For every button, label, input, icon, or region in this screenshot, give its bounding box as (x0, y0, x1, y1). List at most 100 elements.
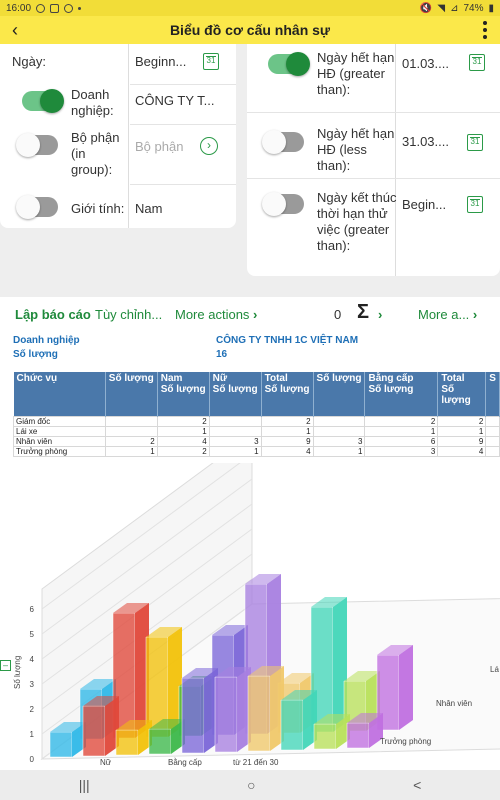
divider (130, 184, 236, 185)
chevron-right-icon: › (253, 307, 258, 322)
depth-axis-label: Trưởng phòng (380, 737, 431, 746)
bar-front (115, 729, 139, 756)
calendar-icon[interactable]: 31 (467, 134, 483, 151)
table-cell (485, 415, 500, 427)
y-tick-label: 5 (30, 630, 35, 639)
count-meta-label: Số lượng (13, 349, 58, 360)
filter-panel-right: Ngày hết hạn HĐ (greater than): 01.03...… (247, 44, 500, 276)
table-cell: 4 (437, 445, 487, 457)
company-toggle[interactable] (22, 89, 64, 113)
table-cell (208, 425, 262, 437)
more-actions-button[interactable]: More actions › (175, 307, 257, 322)
table-cell: 4 (156, 435, 210, 447)
date-label: Ngày: (12, 54, 46, 69)
company-label: Doanh nghiệp: (71, 87, 114, 118)
company-value[interactable]: CÔNG TY T... (135, 93, 214, 109)
contract-expiry-lt-toggle[interactable] (262, 130, 304, 154)
gender-toggle[interactable] (16, 195, 58, 219)
table-row: Giám đốc 2 2 2 2 (13, 415, 500, 427)
table-cell: 4 (260, 445, 314, 457)
battery-icon: ▮ (488, 2, 494, 14)
back-arrow-icon[interactable]: ‹ (0, 16, 30, 44)
table-cell (485, 445, 500, 457)
signal-icon: ⊿ (450, 2, 459, 14)
tab-customize[interactable]: Tùy chỉnh... (95, 307, 162, 322)
back-button[interactable]: < (413, 777, 421, 793)
table-header-row: Chức vụ Số lượng Nam Số lượng Nữ Số lượng Tota… (13, 372, 500, 416)
x-tick-label: Bằng cấp (168, 758, 202, 767)
app-bar: ‹ Biểu đồ cơ cấu nhân sự (0, 16, 500, 44)
contract-expiry-gt-toggle[interactable] (268, 52, 310, 76)
chevron-right-icon[interactable]: › (378, 307, 382, 322)
table-cell: 2 (364, 415, 439, 427)
recent-apps-button[interactable]: ||| (79, 777, 90, 793)
table-row: Trưởng phòng 1 2 1 4 1 3 4 (13, 445, 500, 457)
y-tick-label: 6 (30, 605, 35, 614)
date-value[interactable]: Beginn... (135, 54, 186, 70)
column-header: Nữ Số lượng (209, 372, 262, 416)
divider (130, 84, 236, 85)
status-time: 16:00 (6, 2, 32, 14)
bar-side (399, 645, 413, 730)
chevron-right-icon[interactable]: › (200, 137, 218, 155)
dot-icon (78, 6, 82, 10)
calendar-icon[interactable]: 31 (203, 53, 219, 70)
battery-level: 74% (463, 2, 484, 14)
probation-end-value[interactable]: Begin... (402, 197, 446, 213)
table-cell: 1 (156, 425, 210, 437)
contract-expiry-gt-value[interactable]: 01.03.... (402, 56, 449, 72)
table-cell: 2 (156, 415, 210, 427)
sigma-icon[interactable]: Σ (357, 301, 369, 324)
divider (247, 112, 500, 113)
bar-front (82, 705, 106, 757)
bar-front (148, 728, 172, 755)
table-cell: 2 (104, 435, 158, 447)
contract-expiry-lt-value[interactable]: 31.03.... (402, 134, 449, 150)
probation-end-toggle[interactable] (262, 192, 304, 216)
calendar-icon[interactable]: 31 (469, 54, 485, 71)
sum-count: 0 (334, 307, 342, 322)
calendar-icon[interactable]: 31 (467, 196, 483, 213)
x-tick-label: Nữ (100, 758, 112, 767)
y-tick-label: 1 (30, 730, 35, 739)
department-field[interactable]: Bộ phận (135, 139, 183, 155)
company-meta-label: Doanh nghiệp (13, 335, 80, 346)
report-toolbar: Lập báo cáo Tùy chỉnh... More actions › … (0, 297, 500, 333)
chevron-right-icon: › (472, 307, 478, 322)
gender-value[interactable]: Nam (135, 201, 162, 217)
table-cell (104, 425, 158, 437)
table-cell: 9 (260, 435, 314, 447)
table-cell (104, 415, 158, 427)
column-header: Số lượng (105, 372, 158, 416)
x-tick-label: từ 21 đến 30 (233, 758, 279, 767)
department-toggle[interactable] (16, 133, 58, 157)
table-cell: 2 (437, 415, 487, 427)
tab-report[interactable]: Lập báo cáo (15, 307, 91, 322)
table-cell (208, 415, 262, 427)
report-area: Lập báo cáo Tùy chỉnh... More actions › … (0, 297, 500, 770)
bar-front (49, 731, 73, 758)
gallery-icon (50, 3, 60, 13)
department-label: Bộ phận (in group): (71, 130, 120, 177)
column-header: Bằng cấp Số lượng (364, 372, 439, 416)
table-cell: 1 (208, 445, 262, 457)
table-cell: 3 (208, 435, 262, 447)
more-button[interactable]: More a... › (418, 307, 477, 322)
y-tick-label: 4 (30, 655, 35, 664)
y-tick-label: 2 (30, 705, 35, 714)
y-axis-label: Số lượng (13, 656, 22, 689)
more-vert-icon[interactable] (470, 16, 500, 44)
bar-front (214, 676, 238, 753)
column-header: Chức vụ (13, 372, 106, 416)
table-cell: 3 (364, 445, 439, 457)
table-cell: 1 (364, 425, 439, 437)
divider (247, 178, 500, 179)
count-meta-value: 16 (216, 349, 228, 360)
notification-icon (36, 3, 46, 13)
contract-expiry-lt-label: Ngày hết hạn HĐ (less than): (317, 126, 395, 173)
report-table: Chức vụ Số lượng Nam Số lượng Nữ Số lượng Tota… (13, 372, 500, 457)
home-button[interactable]: ○ (247, 777, 255, 793)
y-tick-label: 3 (30, 680, 35, 689)
column-header: S (485, 372, 500, 416)
table-cell: Nhân viên (13, 435, 106, 447)
